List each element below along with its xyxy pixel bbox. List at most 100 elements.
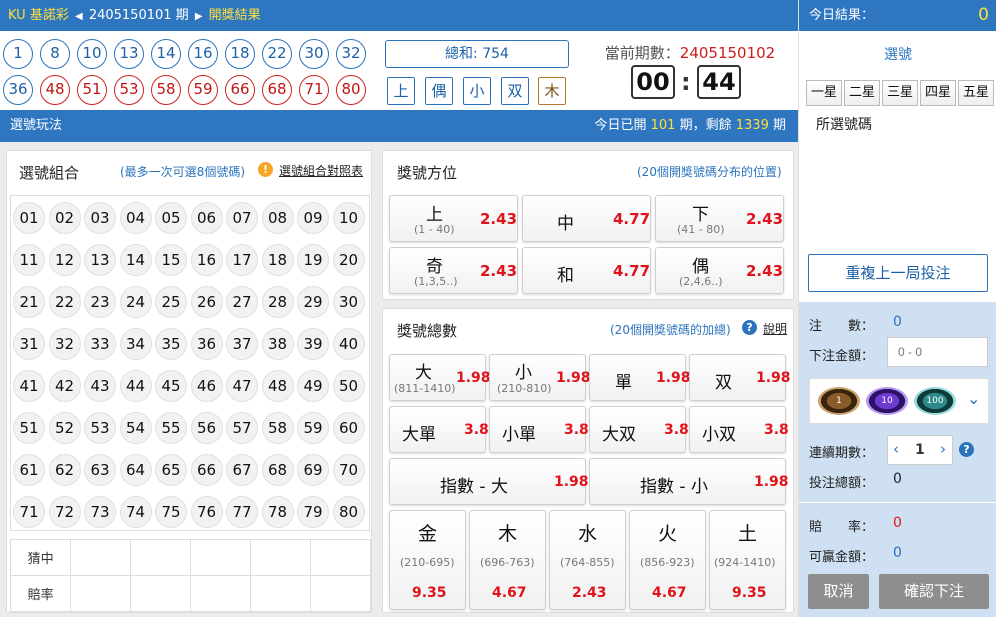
next-period-icon[interactable]: ▶ (195, 11, 203, 22)
number-ball-67[interactable]: 67 (226, 454, 258, 486)
number-ball-14[interactable]: 14 (119, 244, 152, 276)
number-ball-51[interactable]: 51 (13, 412, 45, 444)
number-ball-42[interactable]: 42 (48, 370, 81, 402)
bet-big-double-button[interactable]: 大双 3.8 (589, 406, 689, 453)
bet-small-single-button[interactable]: 小單 3.8 (489, 406, 589, 453)
number-ball-46[interactable]: 46 (190, 370, 223, 402)
number-ball-47[interactable]: 47 (226, 370, 258, 402)
consecutive-value[interactable]: 1 (915, 442, 925, 458)
bet-index-big-button[interactable]: 指數 - 大 1.98 (389, 458, 589, 505)
bet-even-button[interactable]: 偶 (2,4,6..) 2.43 (655, 247, 784, 294)
number-ball-04[interactable]: 04 (119, 202, 152, 234)
number-ball-58[interactable]: 58 (261, 412, 294, 444)
bet-double-button[interactable]: 双 1.98 (689, 354, 791, 401)
bet-metal-button[interactable]: 金 (210-695) 9.35 (389, 510, 466, 610)
number-ball-57[interactable]: 57 (226, 412, 258, 444)
decrement-icon[interactable]: ‹ (893, 440, 899, 458)
bet-small-double-button[interactable]: 小双 3.8 (689, 406, 789, 453)
number-ball-63[interactable]: 63 (84, 454, 116, 486)
number-ball-43[interactable]: 43 (84, 370, 116, 402)
number-ball-11[interactable]: 11 (13, 244, 45, 276)
number-ball-53[interactable]: 53 (84, 412, 116, 444)
number-ball-23[interactable]: 23 (84, 286, 116, 318)
number-ball-28[interactable]: 28 (261, 286, 294, 318)
bet-water-button[interactable]: 水 (764-855) 2.43 (549, 510, 626, 610)
number-ball-30[interactable]: 30 (332, 286, 365, 318)
number-ball-38[interactable]: 38 (261, 328, 294, 360)
number-ball-74[interactable]: 74 (119, 496, 152, 528)
number-ball-26[interactable]: 26 (190, 286, 223, 318)
prev-period-icon[interactable]: ◀ (75, 11, 83, 22)
draw-results-link[interactable]: 開獎結果 (209, 8, 261, 23)
number-ball-65[interactable]: 65 (155, 454, 187, 486)
number-ball-25[interactable]: 25 (155, 286, 187, 318)
number-ball-64[interactable]: 64 (119, 454, 152, 486)
consecutive-help-icon[interactable]: ? (959, 442, 974, 457)
number-ball-70[interactable]: 70 (332, 454, 365, 486)
number-ball-79[interactable]: 79 (297, 496, 329, 528)
number-ball-45[interactable]: 45 (155, 370, 187, 402)
number-ball-20[interactable]: 20 (332, 244, 365, 276)
number-ball-69[interactable]: 69 (297, 454, 329, 486)
number-ball-03[interactable]: 03 (84, 202, 116, 234)
number-ball-01[interactable]: 01 (13, 202, 45, 234)
number-ball-10[interactable]: 10 (332, 202, 365, 234)
number-ball-80[interactable]: 80 (332, 496, 365, 528)
number-ball-32[interactable]: 32 (48, 328, 81, 360)
confirm-bet-button[interactable]: 確認下注 (879, 574, 989, 609)
number-ball-44[interactable]: 44 (119, 370, 152, 402)
number-ball-09[interactable]: 09 (297, 202, 329, 234)
number-ball-29[interactable]: 29 (297, 286, 329, 318)
bet-fire-button[interactable]: 火 (856-923) 4.67 (629, 510, 706, 610)
number-ball-55[interactable]: 55 (155, 412, 187, 444)
number-ball-12[interactable]: 12 (48, 244, 81, 276)
number-ball-61[interactable]: 61 (13, 454, 45, 486)
number-ball-13[interactable]: 13 (84, 244, 116, 276)
number-ball-06[interactable]: 06 (190, 202, 223, 234)
number-ball-02[interactable]: 02 (48, 202, 81, 234)
tab-two-star[interactable]: 二星 (844, 80, 880, 106)
number-ball-24[interactable]: 24 (119, 286, 152, 318)
tab-five-star[interactable]: 五星 (958, 80, 994, 106)
number-ball-54[interactable]: 54 (119, 412, 152, 444)
bet-tie-button[interactable]: 和 4.77 (522, 247, 651, 294)
number-ball-48[interactable]: 48 (261, 370, 294, 402)
bet-index-small-button[interactable]: 指數 - 小 1.98 (589, 458, 789, 505)
number-ball-40[interactable]: 40 (332, 328, 365, 360)
number-ball-17[interactable]: 17 (226, 244, 258, 276)
number-ball-31[interactable]: 31 (13, 328, 45, 360)
bet-lower-button[interactable]: 下 (41 - 80) 2.43 (655, 195, 784, 242)
number-ball-27[interactable]: 27 (226, 286, 258, 318)
bet-amount-input[interactable] (887, 337, 988, 367)
number-ball-39[interactable]: 39 (297, 328, 329, 360)
help-icon[interactable]: ? (742, 320, 757, 335)
number-ball-22[interactable]: 22 (48, 286, 81, 318)
number-ball-36[interactable]: 36 (190, 328, 223, 360)
increment-icon[interactable]: › (940, 440, 946, 458)
tab-four-star[interactable]: 四星 (920, 80, 956, 106)
chip-1[interactable]: 1 (818, 387, 860, 415)
bet-wood-button[interactable]: 木 (696-763) 4.67 (469, 510, 546, 610)
number-ball-72[interactable]: 72 (48, 496, 81, 528)
number-ball-34[interactable]: 34 (119, 328, 152, 360)
rules-link[interactable]: 說明 (763, 320, 787, 337)
number-ball-59[interactable]: 59 (297, 412, 329, 444)
repeat-last-bet-button[interactable]: 重複上一局投注 (808, 254, 988, 292)
number-ball-15[interactable]: 15 (155, 244, 187, 276)
number-ball-50[interactable]: 50 (332, 370, 365, 402)
number-ball-62[interactable]: 62 (48, 454, 81, 486)
number-ball-73[interactable]: 73 (84, 496, 116, 528)
chevron-down-icon[interactable]: ⌄ (967, 389, 980, 408)
tab-one-star[interactable]: 一星 (806, 80, 842, 106)
bet-odd-button[interactable]: 奇 (1,3,5..) 2.43 (389, 247, 518, 294)
number-ball-37[interactable]: 37 (226, 328, 258, 360)
number-ball-49[interactable]: 49 (297, 370, 329, 402)
number-ball-35[interactable]: 35 (155, 328, 187, 360)
number-ball-07[interactable]: 07 (226, 202, 258, 234)
number-ball-56[interactable]: 56 (190, 412, 223, 444)
bet-big-button[interactable]: 大 (811-1410) 1.98 (389, 354, 491, 401)
bet-upper-button[interactable]: 上 (1 - 40) 2.43 (389, 195, 518, 242)
number-ball-18[interactable]: 18 (261, 244, 294, 276)
number-ball-75[interactable]: 75 (155, 496, 187, 528)
cancel-button[interactable]: 取消 (808, 574, 869, 609)
